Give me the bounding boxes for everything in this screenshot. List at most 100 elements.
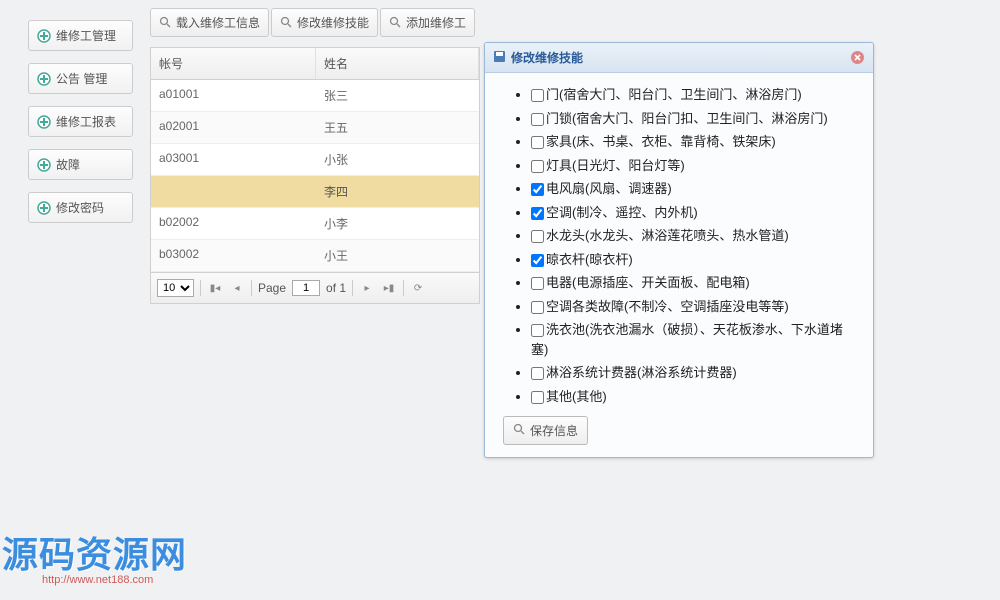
table-row[interactable]: 李四 (151, 176, 479, 208)
cell-account: a01001 (151, 80, 316, 111)
save-button-label: 保存信息 (530, 422, 578, 439)
cell-name: 李四 (316, 176, 479, 207)
refresh-button[interactable]: ⟳ (410, 280, 426, 296)
skill-item: 门锁(宿舍大门、阳台门扣、卫生间门、淋浴房门) (531, 109, 855, 129)
skill-item: 晾衣杆(晾衣杆) (531, 250, 855, 270)
pager-sep (403, 280, 404, 296)
tab-edit-skills[interactable]: 修改维修技能 (271, 8, 378, 37)
skill-label: 电风扇(风扇、调速器) (546, 181, 672, 196)
skill-checkbox[interactable] (531, 254, 544, 267)
sidebar-item-label: 故障 (56, 156, 80, 173)
search-icon (513, 423, 526, 439)
sidebar-item-label: 维修工报表 (56, 113, 116, 130)
column-name[interactable]: 姓名 (316, 48, 479, 79)
column-account[interactable]: 帐号 (151, 48, 316, 79)
table-row[interactable]: a03001小张 (151, 144, 479, 176)
table-row[interactable]: a01001张三 (151, 80, 479, 112)
skill-checkbox[interactable] (531, 160, 544, 173)
cell-name: 王五 (316, 112, 479, 143)
sidebar-item-notice-mgmt[interactable]: 公告 管理 (28, 63, 133, 94)
skill-item: 其他(其他) (531, 387, 855, 407)
sidebar: 维修工管理 公告 管理 维修工报表 故障 修改密码 (28, 20, 133, 235)
skill-label: 门锁(宿舍大门、阳台门扣、卫生间门、淋浴房门) (546, 111, 828, 126)
search-icon (280, 16, 293, 29)
skill-checkbox[interactable] (531, 136, 544, 149)
skill-checkbox[interactable] (531, 301, 544, 314)
last-page-button[interactable]: ▸▮ (381, 280, 397, 296)
sidebar-item-worker-mgmt[interactable]: 维修工管理 (28, 20, 133, 51)
table-row[interactable]: b03002小王 (151, 240, 479, 272)
skill-item: 洗衣池(洗衣池漏水（破损）、天花板渗水、下水道堵塞) (531, 320, 855, 359)
save-button[interactable]: 保存信息 (503, 416, 588, 445)
skill-checkbox[interactable] (531, 113, 544, 126)
skill-checkbox[interactable] (531, 207, 544, 220)
watermark-text: 源码资源网 (2, 526, 187, 578)
tab-label: 修改维修技能 (297, 14, 369, 31)
save-icon (493, 50, 506, 66)
skill-checkbox[interactable] (531, 89, 544, 102)
cell-account: a03001 (151, 144, 316, 175)
skill-item: 水龙头(水龙头、淋浴莲花喷头、热水管道) (531, 226, 855, 246)
cell-name: 小张 (316, 144, 479, 175)
tab-add-worker[interactable]: 添加维修工 (380, 8, 475, 37)
watermark: 源码资源网 http://www.net188.com (2, 526, 187, 586)
plus-icon (37, 158, 51, 172)
worker-grid: 帐号 姓名 a01001张三a02001王五a03001小张李四b02002小李… (150, 47, 480, 304)
sidebar-item-worker-report[interactable]: 维修工报表 (28, 106, 133, 137)
table-row[interactable]: b02002小李 (151, 208, 479, 240)
skill-checkbox[interactable] (531, 183, 544, 196)
tab-label: 添加维修工 (406, 14, 466, 31)
page-input[interactable] (292, 280, 320, 296)
skill-item: 电风扇(风扇、调速器) (531, 179, 855, 199)
skill-item: 空调(制冷、遥控、内外机) (531, 203, 855, 223)
sidebar-item-label: 公告 管理 (56, 70, 107, 87)
skill-label: 电器(电源插座、开关面板、配电箱) (546, 275, 750, 290)
skill-label: 其他(其他) (546, 389, 607, 404)
skill-item: 家具(床、书桌、衣柜、靠背椅、铁架床) (531, 132, 855, 152)
skill-label: 晾衣杆(晾衣杆) (546, 252, 633, 267)
plus-icon (37, 201, 51, 215)
sidebar-item-fault[interactable]: 故障 (28, 149, 133, 180)
cell-account (151, 176, 316, 207)
skill-item: 门(宿舍大门、阳台门、卫生间门、淋浴房门) (531, 85, 855, 105)
skill-label: 洗衣池(洗衣池漏水（破损）、天花板渗水、下水道堵塞) (531, 322, 843, 357)
skill-label: 水龙头(水龙头、淋浴莲花喷头、热水管道) (546, 228, 789, 243)
skill-label: 门(宿舍大门、阳台门、卫生间门、淋浴房门) (546, 87, 802, 102)
skill-checkbox[interactable] (531, 324, 544, 337)
plus-icon (37, 72, 51, 86)
sidebar-item-change-password[interactable]: 修改密码 (28, 192, 133, 223)
cell-name: 小王 (316, 240, 479, 271)
tab-load-worker-info[interactable]: 载入维修工信息 (150, 8, 269, 37)
main-panel: 载入维修工信息 修改维修技能 添加维修工 帐号 姓名 a01001张三a0200… (150, 8, 480, 304)
skill-label: 空调(制冷、遥控、内外机) (546, 205, 698, 220)
cell-account: a02001 (151, 112, 316, 143)
dialog-title: 修改维修技能 (511, 49, 583, 66)
skill-checkbox[interactable] (531, 230, 544, 243)
tab-label: 载入维修工信息 (176, 14, 260, 31)
pager-sep (251, 280, 252, 296)
next-page-button[interactable]: ▸ (359, 280, 375, 296)
pager-sep (200, 280, 201, 296)
tab-bar: 载入维修工信息 修改维修技能 添加维修工 (150, 8, 480, 37)
edit-skills-dialog: 修改维修技能 门(宿舍大门、阳台门、卫生间门、淋浴房门) 门锁(宿舍大门、阳台门扣… (484, 42, 874, 458)
skill-item: 灯具(日光灯、阳台灯等) (531, 156, 855, 176)
skill-checkbox[interactable] (531, 391, 544, 404)
sidebar-item-label: 修改密码 (56, 199, 104, 216)
cell-account: b02002 (151, 208, 316, 239)
search-icon (389, 16, 402, 29)
skill-item: 淋浴系统计费器(淋浴系统计费器) (531, 363, 855, 383)
page-size-select[interactable]: 10 (157, 279, 194, 297)
search-icon (159, 16, 172, 29)
page-of-label: of 1 (326, 281, 346, 295)
skill-checkbox[interactable] (531, 367, 544, 380)
plus-icon (37, 29, 51, 43)
first-page-button[interactable]: ▮◂ (207, 280, 223, 296)
sidebar-item-label: 维修工管理 (56, 27, 116, 44)
close-button[interactable] (850, 50, 865, 65)
pager-sep (352, 280, 353, 296)
table-row[interactable]: a02001王五 (151, 112, 479, 144)
cell-account: b03002 (151, 240, 316, 271)
prev-page-button[interactable]: ◂ (229, 280, 245, 296)
skill-checkbox[interactable] (531, 277, 544, 290)
page-label: Page (258, 281, 286, 295)
